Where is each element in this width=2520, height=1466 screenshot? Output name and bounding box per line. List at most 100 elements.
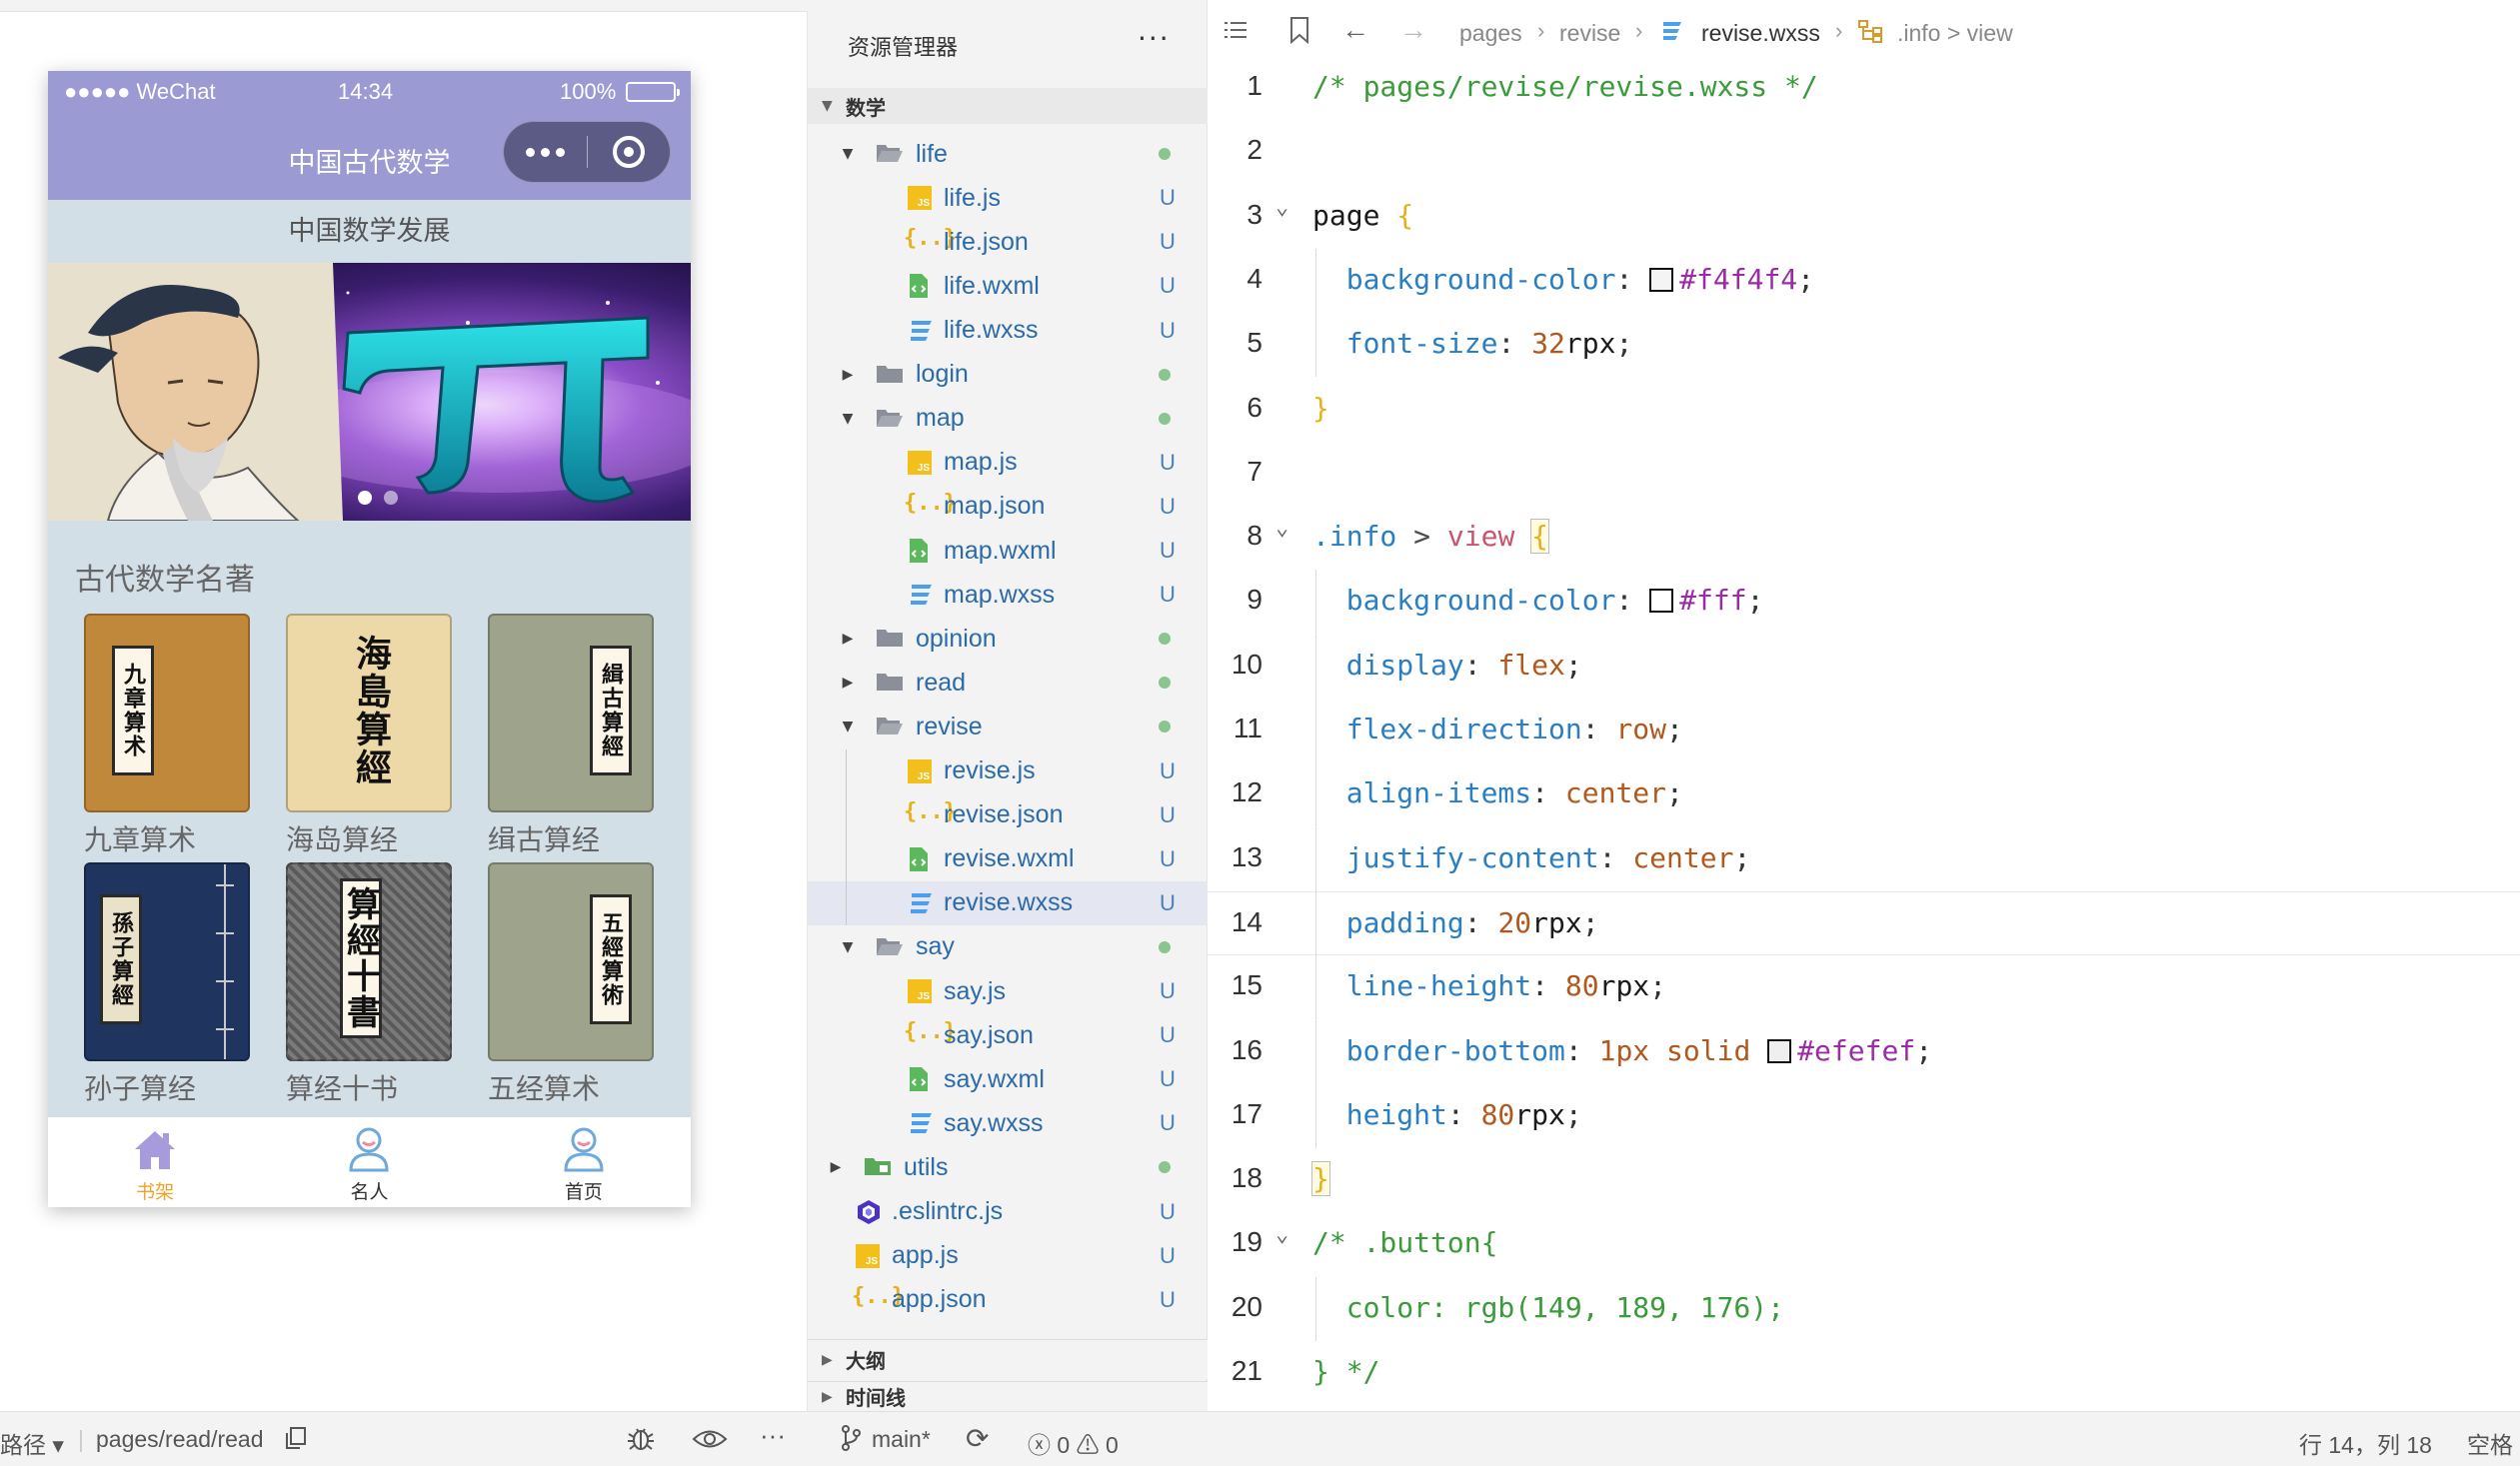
code-line[interactable]: 18} xyxy=(1208,1148,2520,1212)
file-item[interactable]: revise.wxml U xyxy=(808,837,1208,881)
caret-right-icon[interactable]: ▶ xyxy=(826,1159,846,1175)
path-dropdown[interactable]: 路径 ▾ xyxy=(0,1426,64,1460)
code-line[interactable]: 16 border-bottom: 1px solid #efefef; xyxy=(1208,1019,2520,1084)
file-item[interactable]: JS map.js U xyxy=(808,441,1208,485)
breadcrumb-item[interactable]: revise.wxss xyxy=(1701,20,1820,47)
color-swatch[interactable] xyxy=(1767,1038,1792,1063)
code-line[interactable]: 8 ⌄ .info > view { xyxy=(1208,506,2520,570)
fold-chevron-icon[interactable]: ⌄ xyxy=(1275,1222,1288,1247)
code-line[interactable]: 20 color: rgb(149, 189, 176); xyxy=(1208,1276,2520,1341)
code-line[interactable]: 11 flex-direction: row; xyxy=(1208,699,2520,762)
caret-down-icon[interactable]: ▼ xyxy=(838,411,858,427)
folder-item[interactable]: ▼ revise xyxy=(808,705,1208,748)
caret-down-icon[interactable]: ▼ xyxy=(838,719,858,734)
code-line[interactable]: 17 height: 80rpx; xyxy=(1208,1083,2520,1148)
code-line[interactable]: 14 padding: 20rpx; xyxy=(1208,890,2520,956)
outline-section[interactable]: ▶ 大纲 xyxy=(808,1339,1208,1379)
book-card[interactable]: 算經十書 算经十书 xyxy=(286,862,452,1105)
file-item[interactable]: .eslintrc.js U xyxy=(808,1190,1208,1234)
code-line[interactable]: 9 background-color: #fff; xyxy=(1208,570,2520,635)
file-item[interactable]: map.wxml U xyxy=(808,529,1208,573)
folder-item[interactable]: ▶ opinion xyxy=(808,617,1208,661)
fold-chevron-icon[interactable]: ⌄ xyxy=(1275,516,1288,541)
caret-down-icon[interactable]: ▼ xyxy=(838,146,858,162)
more-icon[interactable]: ··· xyxy=(760,1420,786,1451)
more-icon[interactable] xyxy=(504,121,587,183)
timeline-section[interactable]: ▶ 时间线 xyxy=(808,1381,1208,1411)
cursor-position[interactable]: 行 14，列 18 xyxy=(2299,1426,2432,1460)
folder-item[interactable]: ▼ say xyxy=(808,925,1208,969)
file-item[interactable]: {..} life.json U xyxy=(808,220,1208,264)
book-card[interactable]: 五經算術 五经算术 xyxy=(488,862,654,1105)
list-icon[interactable] xyxy=(1222,16,1250,50)
close-miniprogram-icon[interactable] xyxy=(588,121,670,183)
file-item[interactable]: {..} say.json U xyxy=(808,1013,1208,1057)
code-line[interactable]: 2 xyxy=(1208,120,2520,184)
tab-famous-people[interactable]: 名人 xyxy=(262,1117,476,1207)
problems-indicator[interactable]: ⓧ 0 ⚠ 0 xyxy=(1028,1426,1119,1460)
breadcrumb-item[interactable]: .info > view xyxy=(1897,20,2013,47)
breadcrumb-item[interactable]: pages xyxy=(1459,20,1522,47)
book-card[interactable]: 緝古算經 缉古算经 xyxy=(488,614,654,856)
code-line[interactable]: 1 /* pages/revise/revise.wxss */ xyxy=(1208,66,2520,120)
caret-right-icon[interactable]: ▶ xyxy=(838,631,858,647)
file-item[interactable]: JS say.js U xyxy=(808,969,1208,1013)
book-card[interactable]: 九章算术 九章算术 xyxy=(84,614,250,856)
file-item[interactable]: {..} map.json U xyxy=(808,485,1208,529)
file-item[interactable]: map.wxss U xyxy=(808,573,1208,617)
caret-down-icon[interactable]: ▼ xyxy=(838,939,858,955)
folder-item[interactable]: ▶ read xyxy=(808,661,1208,705)
code-line[interactable]: 15 line-height: 80rpx; xyxy=(1208,955,2520,1020)
git-branch[interactable]: main* xyxy=(872,1426,931,1453)
code-line[interactable]: 4 background-color: #f4f4f4; xyxy=(1208,248,2520,313)
code-line[interactable]: 3 ⌄ page { xyxy=(1208,185,2520,249)
debug-icon[interactable] xyxy=(625,1424,657,1458)
indent-setting[interactable]: 空格 xyxy=(2467,1426,2513,1460)
phone-screen: ●●●●● WeChat 14:34 100% 中国古代数学 中国数学发展 古代… xyxy=(48,71,691,1207)
color-swatch[interactable] xyxy=(1649,589,1674,614)
code-token: font-size xyxy=(1312,327,1498,361)
file-item[interactable]: life.wxss U xyxy=(808,309,1208,353)
fold-chevron-icon[interactable]: ⌄ xyxy=(1275,195,1288,220)
code-line[interactable]: 13 justify-content: center; xyxy=(1208,826,2520,891)
file-item[interactable]: JS revise.js U xyxy=(808,749,1208,793)
code-line[interactable]: 10 display: flex; xyxy=(1208,634,2520,699)
code-line[interactable]: 19 ⌄ /* .button{ xyxy=(1208,1212,2520,1276)
code-area[interactable]: 1 /* pages/revise/revise.wxss */ 2 3 ⌄ page {… xyxy=(1208,66,2520,1411)
color-swatch[interactable] xyxy=(1649,267,1674,292)
code-line[interactable]: 6} xyxy=(1208,378,2520,442)
folder-item[interactable]: ▼ life xyxy=(808,132,1208,176)
book-card[interactable]: 孫子算經 孙子算经 xyxy=(84,862,250,1105)
file-item[interactable]: say.wxml U xyxy=(808,1057,1208,1101)
copy-icon[interactable] xyxy=(285,1426,307,1456)
code-line[interactable]: 12 align-items: center; xyxy=(1208,762,2520,827)
breadcrumb-item[interactable]: revise xyxy=(1559,20,1620,47)
code-line[interactable]: 5 font-size: 32rpx; xyxy=(1208,313,2520,378)
folder-item[interactable]: ▶ utils xyxy=(808,1145,1208,1189)
folder-item[interactable]: ▼ map xyxy=(808,397,1208,441)
tab-home[interactable]: 首页 xyxy=(477,1117,691,1207)
file-item[interactable]: say.wxss U xyxy=(808,1101,1208,1145)
code-line[interactable]: 7 xyxy=(1208,442,2520,506)
explorer-more-icon[interactable]: ··· xyxy=(1138,22,1171,55)
tab-bookshelf[interactable]: 书架 xyxy=(48,1117,262,1207)
sync-icon[interactable]: ⟳ xyxy=(966,1422,989,1455)
page-path[interactable]: pages/read/read xyxy=(96,1426,264,1453)
folder-item[interactable]: ▶individual xyxy=(808,118,1208,132)
book-card[interactable]: 海島算經 海岛算经 xyxy=(286,614,452,856)
file-item[interactable]: JS app.js U xyxy=(808,1234,1208,1278)
caret-right-icon[interactable]: ▶ xyxy=(838,367,858,383)
caret-right-icon[interactable]: ▶ xyxy=(838,675,858,691)
folder-item[interactable]: ▶ login xyxy=(808,353,1208,397)
file-item[interactable]: life.wxml U xyxy=(808,264,1208,308)
file-item[interactable]: revise.wxss U xyxy=(808,880,1208,925)
file-item[interactable]: {..} revise.json U xyxy=(808,793,1208,837)
back-arrow-icon[interactable]: ← xyxy=(1341,14,1369,46)
bookmark-icon[interactable] xyxy=(1287,16,1311,50)
banner-swiper[interactable] xyxy=(48,263,691,521)
preview-eye-icon[interactable] xyxy=(692,1428,728,1456)
code-line[interactable]: 21} */ xyxy=(1208,1341,2520,1405)
forward-arrow-icon[interactable]: → xyxy=(1399,14,1427,46)
file-item[interactable]: {..} app.json U xyxy=(808,1278,1208,1322)
file-item[interactable]: JS life.js U xyxy=(808,176,1208,220)
